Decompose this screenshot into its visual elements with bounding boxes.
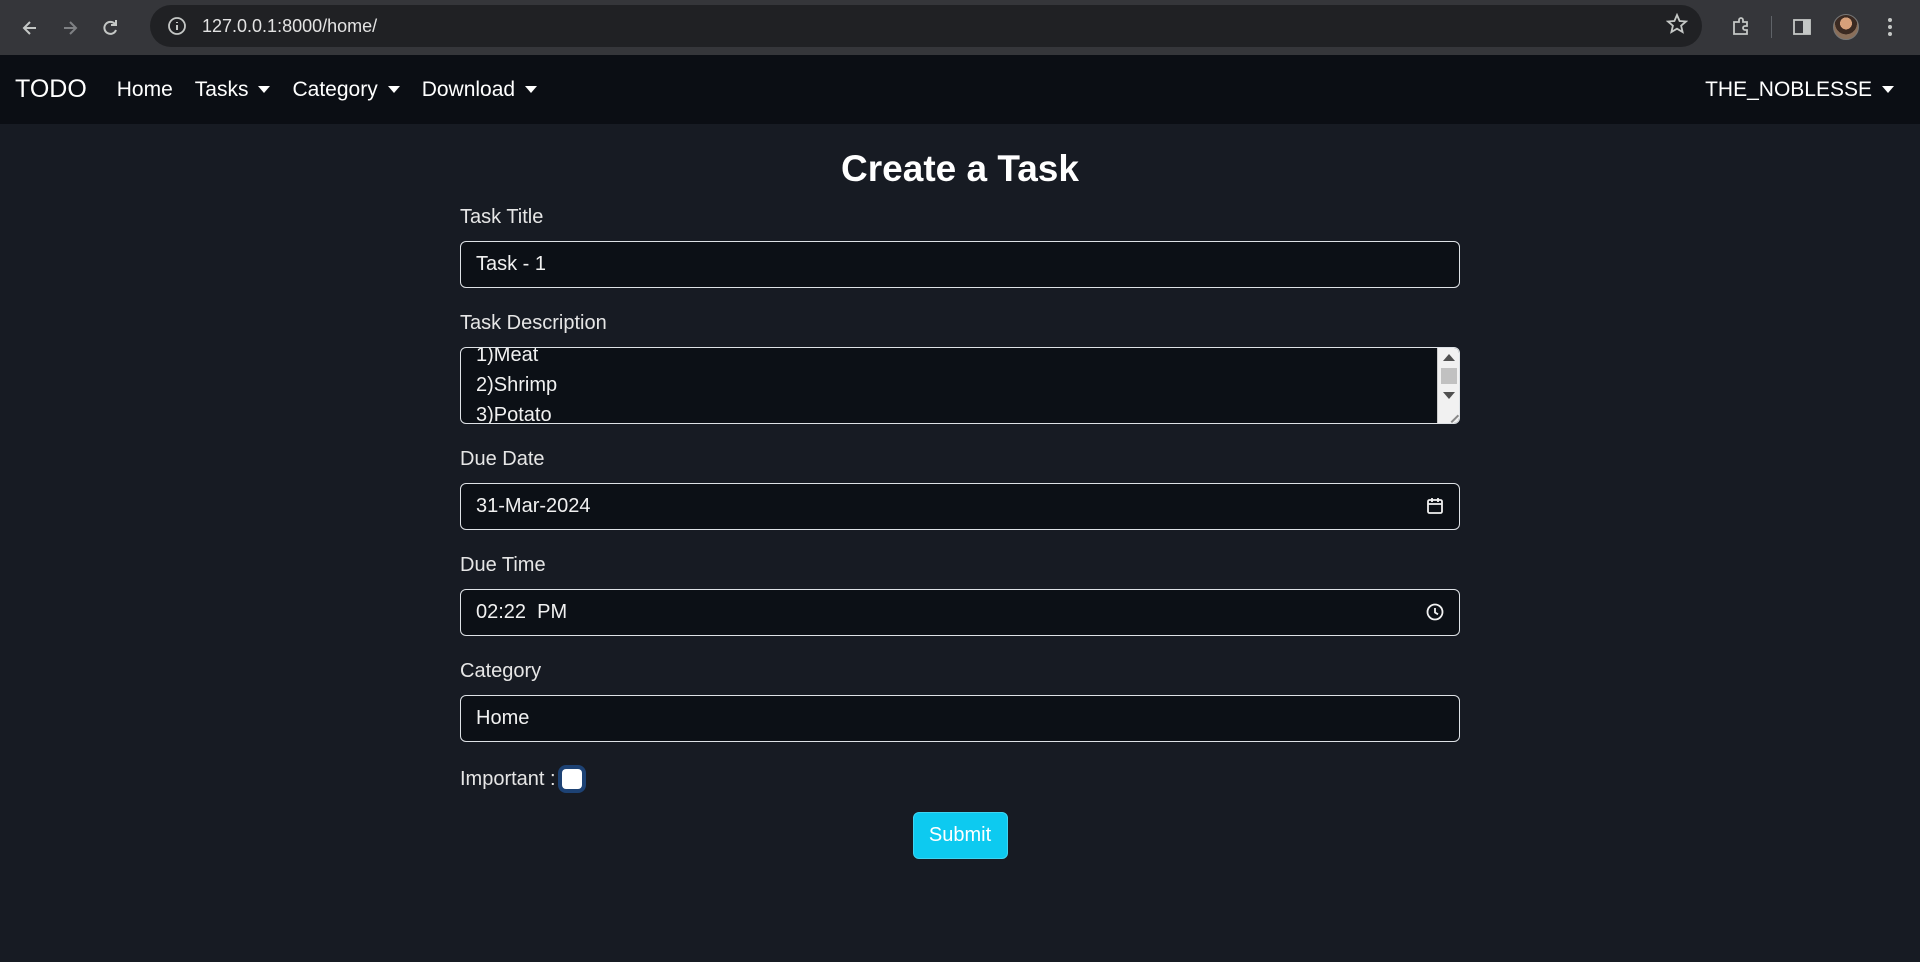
textarea-scrollbar[interactable] [1437,348,1459,423]
important-label: Important : [460,767,556,790]
browser-toolbar: 127.0.0.1:8000/home/ [0,0,1920,55]
category-input[interactable]: Home [460,695,1460,742]
side-panel-icon[interactable] [1782,7,1822,47]
due-date-label: Due Date [460,448,545,470]
profile-avatar[interactable] [1826,7,1866,47]
task-title-label: Task Title [460,206,544,228]
brand-link[interactable]: TODO [15,75,87,104]
task-title-value: Task - 1 [476,253,547,275]
user-dropdown[interactable]: THE_NOBLESSE [1705,78,1894,102]
extensions-icon[interactable] [1721,7,1761,47]
due-date-input[interactable]: 31-Mar-2024 [460,483,1460,530]
user-name: THE_NOBLESSE [1705,77,1872,101]
nav-download-dropdown[interactable]: Download [421,77,538,102]
caret-down-icon [1882,86,1894,93]
important-checkbox[interactable] [561,769,582,789]
task-description-label: Task Description [460,312,607,334]
scroll-up-icon[interactable] [1443,354,1455,361]
nav-tasks-label: Tasks [194,77,249,101]
reload-icon[interactable] [90,8,130,48]
scroll-thumb[interactable] [1441,368,1457,384]
clock-icon[interactable] [1425,602,1445,628]
due-date-value: 31-Mar-2024 [476,495,591,517]
caret-down-icon [387,86,400,93]
submit-button[interactable]: Submit [912,812,1008,859]
nav-home-label: Home [116,77,173,101]
site-info-icon[interactable] [164,13,190,39]
avatar [1833,14,1859,40]
caret-down-icon [525,86,538,93]
page-title: Create a Task [841,148,1079,189]
address-bar[interactable]: 127.0.0.1:8000/home/ [150,5,1702,47]
url-text: 127.0.0.1:8000/home/ [202,15,378,36]
app-navbar: TODO Home Tasks Category Download THE_NO… [0,55,1920,124]
caret-down-icon [258,86,271,93]
category-value: Home [476,707,530,729]
description-line: 2)Shrimp [476,374,558,396]
toolbar-divider [1771,16,1772,38]
category-label: Category [460,660,542,682]
forward-icon[interactable] [50,8,90,48]
description-line: 3)Potato [476,404,552,424]
scroll-down-icon[interactable] [1443,392,1455,399]
calendar-icon[interactable] [1425,496,1445,522]
create-task-form: Create a Task Task Title Task - 1 Task D… [460,124,1460,859]
nav-category-dropdown[interactable]: Category [292,77,400,102]
important-row: Important : [460,764,1460,794]
back-icon[interactable] [10,8,50,48]
task-title-input[interactable]: Task - 1 [460,241,1460,288]
bookmark-star-icon[interactable] [1665,12,1689,40]
description-line: 1)Meat [476,347,539,366]
due-time-label: Due Time [460,554,546,576]
nav-home[interactable]: Home [117,78,173,102]
due-time-value: 02:22 PM [476,601,568,623]
nav-tasks-dropdown[interactable]: Tasks [195,78,271,102]
nav-category-label: Category [292,77,378,101]
task-description-textarea[interactable]: 1)Meat 2)Shrimp 3)Potato [460,347,1460,424]
due-time-input[interactable]: 02:22 PM [460,589,1460,636]
menu-kebab-icon[interactable] [1870,7,1910,47]
resize-grip-icon[interactable] [1444,408,1459,423]
nav-download-label: Download [421,77,516,101]
